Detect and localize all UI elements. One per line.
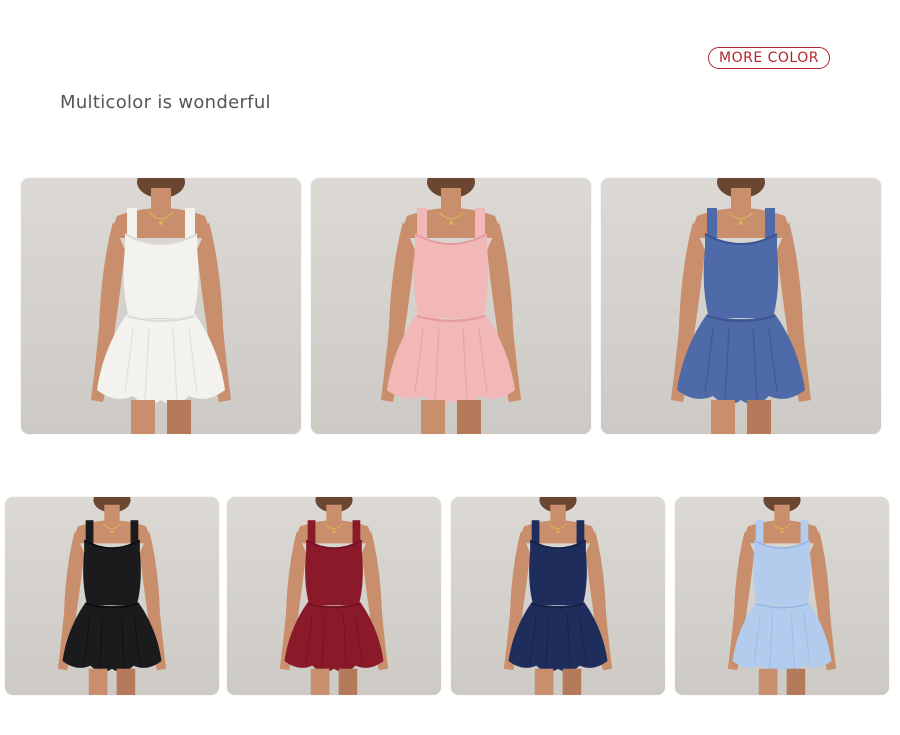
- product-image-blue[interactable]: [601, 178, 881, 434]
- product-image-light-blue[interactable]: [675, 497, 889, 695]
- dress-model-figure: [311, 178, 591, 434]
- dress-model-figure: [451, 497, 665, 695]
- dress-model-figure: [675, 497, 889, 695]
- product-image-white[interactable]: [21, 178, 301, 434]
- product-image-pink[interactable]: [311, 178, 591, 434]
- more-color-button[interactable]: MORE COLOR: [708, 47, 830, 69]
- product-image-black[interactable]: [5, 497, 219, 695]
- section-headline: Multicolor is wonderful: [60, 92, 271, 113]
- product-image-navy[interactable]: [451, 497, 665, 695]
- dress-model-figure: [227, 497, 441, 695]
- dress-model-figure: [21, 178, 301, 434]
- product-image-burgundy[interactable]: [227, 497, 441, 695]
- dress-model-figure: [601, 178, 881, 434]
- dress-model-figure: [5, 497, 219, 695]
